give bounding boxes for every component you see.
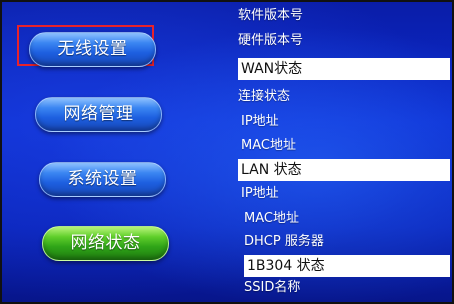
settings-screen: 无线设置 网络管理 系统设置 网络状态 软件版本号 硬件版本号 WAN状态 连接… xyxy=(0,0,454,304)
menu-button-wireless-settings[interactable]: 无线设置 xyxy=(29,32,156,67)
ssid-name-label: SSID名称 xyxy=(244,280,301,295)
menu-button-network-management[interactable]: 网络管理 xyxy=(35,97,162,132)
hardware-version-label: 硬件版本号 xyxy=(238,33,304,48)
wan-mac-label: MAC地址 xyxy=(241,138,296,153)
menu-button-system-settings[interactable]: 系统设置 xyxy=(39,162,166,197)
dhcp-server-label: DHCP 服务器 xyxy=(244,234,324,249)
connection-status-label: 连接状态 xyxy=(238,89,291,104)
lan-mac-label: MAC地址 xyxy=(244,211,299,226)
lan-ip-label: IP地址 xyxy=(241,186,279,201)
lan-status-header: LAN 状态 xyxy=(238,159,450,181)
wifi-status-header: 1B304 状态 xyxy=(244,255,450,277)
software-version-label: 软件版本号 xyxy=(238,8,304,23)
wan-status-header: WAN状态 xyxy=(238,58,450,80)
menu-button-network-status[interactable]: 网络状态 xyxy=(42,226,169,261)
wan-ip-label: IP地址 xyxy=(241,114,279,129)
